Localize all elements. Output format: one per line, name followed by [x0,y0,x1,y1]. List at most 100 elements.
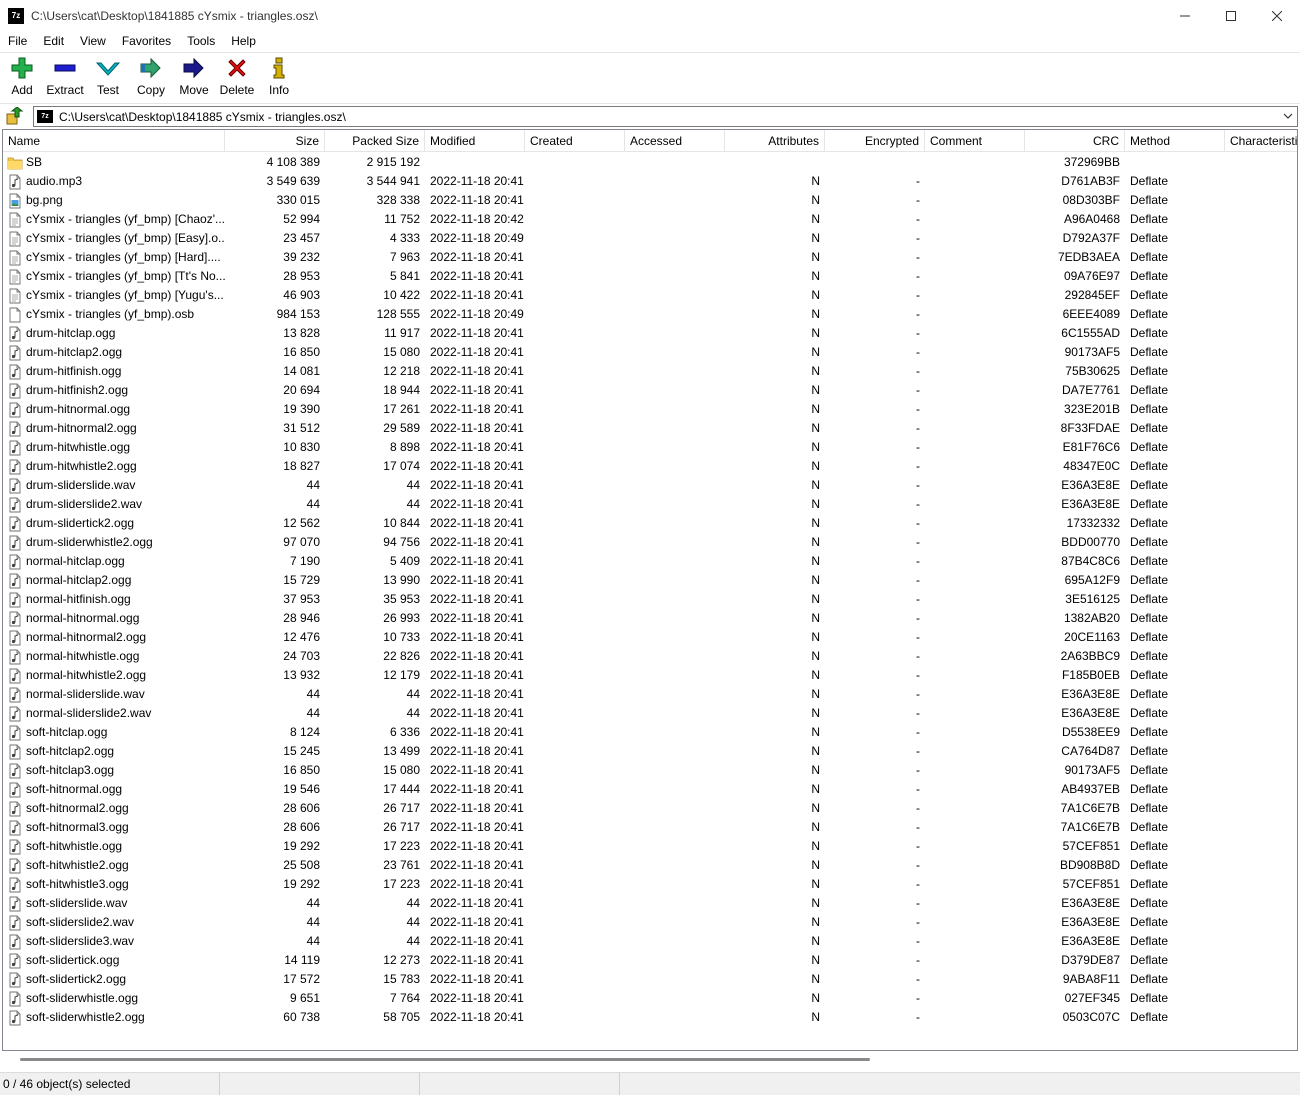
menu-view[interactable]: View [72,34,114,48]
table-row[interactable]: cYsmix - triangles (yf_bmp).osb 984 153 12… [3,305,1297,324]
table-row[interactable]: soft-slidertick2.ogg 17 572 15 783 2022-11-… [3,970,1297,989]
horizontal-scrollbar[interactable] [3,1052,1297,1069]
menu-edit[interactable]: Edit [35,34,72,48]
cell-accessed [625,818,725,837]
table-row[interactable]: soft-sliderwhistle.ogg 9 651 7 764 2022-11-… [3,989,1297,1008]
extract-button[interactable]: Extract [44,53,86,101]
column-header-encrypted[interactable]: Encrypted [825,130,925,152]
table-row[interactable]: drum-sliderslide.wav 44 44 2022-11-18 20:41… [3,476,1297,495]
info-button[interactable]: Info [258,53,300,101]
table-row[interactable]: cYsmix - triangles (yf_bmp) [Chaoz'... 52… [3,210,1297,229]
table-row[interactable]: drum-sliderslide2.wav 44 44 2022-11-18 20:4… [3,495,1297,514]
table-row[interactable]: cYsmix - triangles (yf_bmp) [Yugu's... 46… [3,286,1297,305]
cell-characteristics [1225,495,1297,514]
table-row[interactable]: bg.png 330 015 328 338 2022-11-18 20:41 N - 08… [3,191,1297,210]
up-folder-button[interactable] [5,106,25,126]
column-header-packed-size[interactable]: Packed Size [325,130,425,152]
chevron-down-icon[interactable] [1282,110,1294,122]
move-button[interactable]: Move [172,53,216,101]
minimize-button[interactable] [1162,0,1208,31]
table-row[interactable]: audio.mp3 3 549 639 3 544 941 2022-11-18 20… [3,172,1297,191]
cell-comment [925,685,1025,704]
table-row[interactable]: soft-hitnormal2.ogg 28 606 26 717 2022-11-1… [3,799,1297,818]
table-row[interactable]: cYsmix - triangles (yf_bmp) [Tt's No... 2… [3,267,1297,286]
cell-attributes: N [811,573,820,587]
status-modified [420,1073,620,1095]
table-row[interactable]: soft-hitclap3.ogg 16 850 15 080 2022-11-18 … [3,761,1297,780]
copy-button[interactable]: Copy [130,53,172,101]
table-row[interactable]: cYsmix - triangles (yf_bmp) [Easy].o... 2… [3,229,1297,248]
table-row[interactable]: soft-hitwhistle3.ogg 19 292 17 223 2022-11-… [3,875,1297,894]
table-row[interactable]: soft-hitnormal3.ogg 28 606 26 717 2022-11-1… [3,818,1297,837]
menu-file[interactable]: File [0,34,35,48]
scrollbar-thumb[interactable] [20,1058,870,1061]
cell-crc: D792A37F [1062,231,1120,245]
table-row[interactable]: drum-hitclap.ogg 13 828 11 917 2022-11-18 2… [3,324,1297,343]
column-header-comment[interactable]: Comment [925,130,1025,152]
file-name: normal-sliderslide2.wav [26,706,152,720]
table-row[interactable]: normal-sliderslide2.wav 44 44 2022-11-18 20… [3,704,1297,723]
table-row[interactable]: normal-sliderslide.wav 44 44 2022-11-18 20:… [3,685,1297,704]
column-header-method[interactable]: Method [1125,130,1225,152]
menu-favorites[interactable]: Favorites [114,34,179,48]
cell-encrypted: - [916,649,920,663]
table-row[interactable]: normal-hitwhistle.ogg 24 703 22 826 2022-11… [3,647,1297,666]
address-field[interactable]: 7z C:\Users\cat\Desktop\1841885 cYsmix -… [33,106,1298,127]
test-button[interactable]: Test [86,53,130,101]
table-row[interactable]: soft-hitwhistle.ogg 19 292 17 223 2022-11-1… [3,837,1297,856]
table-row[interactable]: normal-hitclap.ogg 7 190 5 409 2022-11-18 2… [3,552,1297,571]
column-header-modified[interactable]: Modified [425,130,525,152]
cell-accessed [625,628,725,647]
cell-size: 14 119 [284,953,320,967]
table-row[interactable]: drum-hitclap2.ogg 16 850 15 080 2022-11-18 … [3,343,1297,362]
column-header-attributes[interactable]: Attributes [725,130,825,152]
delete-button[interactable]: Delete [216,53,258,101]
table-row[interactable]: soft-sliderslide3.wav 44 44 2022-11-18 20:4… [3,932,1297,951]
table-row[interactable]: normal-hitwhistle2.ogg 13 932 12 179 2022-1… [3,666,1297,685]
table-row[interactable]: drum-hitfinish.ogg 14 081 12 218 2022-11-18… [3,362,1297,381]
column-header-created[interactable]: Created [525,130,625,152]
address-bar: 7z C:\Users\cat\Desktop\1841885 cYsmix -… [0,103,1300,127]
cell-modified: 2022-11-18 20:41 [430,421,524,435]
column-header-crc[interactable]: CRC [1025,130,1125,152]
table-row[interactable]: soft-hitwhistle2.ogg 25 508 23 761 2022-11-… [3,856,1297,875]
table-row[interactable]: drum-hitwhistle2.ogg 18 827 17 074 2022-11-… [3,457,1297,476]
table-row[interactable]: drum-hitfinish2.ogg 20 694 18 944 2022-11-1… [3,381,1297,400]
column-header-size[interactable]: Size [225,130,325,152]
table-row[interactable]: drum-hitnormal.ogg 19 390 17 261 2022-11-18… [3,400,1297,419]
add-button[interactable]: Add [0,53,44,101]
table-row[interactable]: drum-hitwhistle.ogg 10 830 8 898 2022-11-18… [3,438,1297,457]
cell-method: Deflate [1130,383,1169,397]
table-row[interactable]: normal-hitclap2.ogg 15 729 13 990 2022-11-1… [3,571,1297,590]
cell-size: 44 [306,497,320,511]
table-row[interactable]: soft-slidertick.ogg 14 119 12 273 2022-11-1… [3,951,1297,970]
column-header-accessed[interactable]: Accessed [625,130,725,152]
table-row[interactable]: normal-hitfinish.ogg 37 953 35 953 2022-11-… [3,590,1297,609]
column-header-name[interactable]: Name [3,130,225,152]
menu-help[interactable]: Help [223,34,264,48]
table-row[interactable]: cYsmix - triangles (yf_bmp) [Hard].... 39… [3,248,1297,267]
column-header-characteristics[interactable]: Characteristi [1225,130,1297,152]
table-row[interactable]: drum-sliderwhistle2.ogg 97 070 94 756 2022-… [3,533,1297,552]
table-row[interactable]: soft-hitclap.ogg 8 124 6 336 2022-11-18 20:… [3,723,1297,742]
maximize-button[interactable] [1208,0,1254,31]
table-row[interactable]: drum-slidertick2.ogg 12 562 10 844 2022-11-… [3,514,1297,533]
audio-file-icon [7,345,26,361]
table-row[interactable]: soft-sliderslide.wav 44 44 2022-11-18 20:41… [3,894,1297,913]
cell-size: 28 946 [283,611,320,625]
cell-accessed [625,476,725,495]
close-button[interactable] [1254,0,1300,31]
table-row[interactable]: soft-sliderslide2.wav 44 44 2022-11-18 20:4… [3,913,1297,932]
table-row[interactable]: normal-hitnormal.ogg 28 946 26 993 2022-11-… [3,609,1297,628]
cell-accessed [625,191,725,210]
table-row[interactable]: soft-hitclap2.ogg 15 245 13 499 2022-11-18 … [3,742,1297,761]
cell-packed-size: 29 589 [383,421,420,435]
table-row[interactable]: SB 4 108 389 2 915 192 372969BB [3,153,1297,172]
table-row[interactable]: normal-hitnormal2.ogg 12 476 10 733 2022-11… [3,628,1297,647]
minimize-icon [1180,15,1190,16]
menu-tools[interactable]: Tools [179,34,223,48]
cell-characteristics [1225,875,1297,894]
table-row[interactable]: soft-hitnormal.ogg 19 546 17 444 2022-11-18… [3,780,1297,799]
table-row[interactable]: soft-sliderwhistle2.ogg 60 738 58 705 2022-… [3,1008,1297,1027]
table-row[interactable]: drum-hitnormal2.ogg 31 512 29 589 2022-11-1… [3,419,1297,438]
